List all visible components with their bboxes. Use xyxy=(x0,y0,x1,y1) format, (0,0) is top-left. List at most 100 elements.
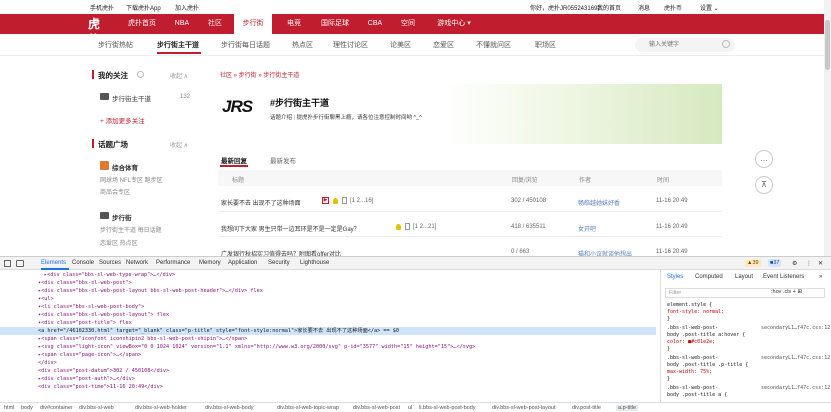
css-source-link[interactable]: secondaryL1…f47c.css:12 xyxy=(761,325,830,331)
street-link[interactable]: 步行街 xyxy=(112,212,132,222)
post-author[interactable]: 女开吧 xyxy=(578,224,596,233)
tab-console[interactable]: Console xyxy=(72,260,94,266)
dom-crumb[interactable]: div.bbs-sl-web-post-layout xyxy=(492,405,555,411)
dom-crumb[interactable]: div#container xyxy=(40,405,73,411)
warning-count-badge[interactable]: ▲39 xyxy=(745,259,761,267)
more-options-icon[interactable]: ⋮ xyxy=(806,260,812,267)
download-app-link[interactable]: 下载虎扑App xyxy=(126,3,161,12)
post-pages[interactable]: [1 2...16] xyxy=(350,198,373,204)
dom-node[interactable]: ▸<div class="bbs-sl-web-post-layout bbs-… xyxy=(0,287,656,295)
subnav-love[interactable]: 恋爱区 xyxy=(433,40,454,50)
tab-sources[interactable]: Sources xyxy=(99,260,121,266)
dom-node[interactable]: </div> xyxy=(0,359,656,367)
tab-application[interactable]: Application xyxy=(228,260,257,266)
css-prop-line[interactable]: font-style: normal; xyxy=(667,309,724,315)
inspect-icon[interactable] xyxy=(4,260,11,267)
tab-event-listeners[interactable]: Event Listeners xyxy=(763,274,804,280)
css-prop-line[interactable]: color: ■#c01e2e; xyxy=(667,339,715,345)
tab-network[interactable]: Network xyxy=(126,260,148,266)
user-greeting[interactable]: 你好，虎扑JR0552431692 xyxy=(530,3,601,12)
follow-main-street-link[interactable]: 步行街主干道 xyxy=(112,93,151,103)
sports-link[interactable]: 综合体育 xyxy=(112,162,138,172)
css-source-link[interactable]: secondaryL1…f47c.css:12 xyxy=(761,385,830,391)
breadcrumb[interactable]: 社区 » 步行街 » 步行街主干道 xyxy=(220,70,299,79)
scrollbar-thumb[interactable] xyxy=(825,20,830,70)
search-icon[interactable] xyxy=(722,40,730,48)
dom-node[interactable]: ▸<span class="iconfont iconshipin2 bbs-s… xyxy=(0,335,656,343)
hupu-logo[interactable]: 虎扑 xyxy=(88,16,106,47)
dom-crumb[interactable]: body xyxy=(21,405,33,411)
dom-crumb[interactable]: li.bbs-sl-web-post-body xyxy=(419,405,476,411)
nav-cba[interactable]: CBA xyxy=(360,14,390,34)
dom-crumb[interactable]: div.bbs-sl-web-body xyxy=(205,405,254,411)
nav-community[interactable]: 社区 xyxy=(200,14,230,34)
subnav-rational[interactable]: 理性讨论区 xyxy=(333,40,368,50)
dom-node[interactable]: ▾<div class="post-title"> flex xyxy=(0,319,656,327)
nav-esports[interactable]: 电竞 xyxy=(278,14,310,34)
dom-crumb[interactable]: div.post-title xyxy=(572,405,601,411)
issues-count-badge[interactable]: ■37 xyxy=(768,259,782,267)
tab-layout[interactable]: Layout xyxy=(735,274,753,280)
add-follow-link[interactable]: + 添加更多关注 xyxy=(100,115,145,125)
subnav-beauty[interactable]: 论美区 xyxy=(390,40,411,50)
mobile-hupu-link[interactable]: 手机虎扑 xyxy=(90,3,114,12)
filter-toolbar[interactable]: :hov .cls + ⊞ xyxy=(771,289,802,295)
nav-intl-football[interactable]: 国际足球 xyxy=(312,14,358,34)
settings-link[interactable]: 设置 ⌄ xyxy=(700,3,719,12)
post-author[interactable]: 畅皓越她妹好香 xyxy=(578,198,620,207)
nav-pedestrian-street[interactable]: 步行街 xyxy=(234,14,272,34)
sports-sublinks-2[interactable]: 商品会专区 xyxy=(100,187,130,196)
dom-node[interactable]: <div class="post-time">11-16 20:49</div> xyxy=(0,383,656,391)
nav-home[interactable]: 虎扑首页 xyxy=(120,14,164,34)
tab-security[interactable]: Security xyxy=(268,260,290,266)
css-source-link[interactable]: secondaryL1…f47c.css:12 xyxy=(761,355,830,361)
dom-node[interactable]: ▸<svg class="light-icon" viewBox="0 0 10… xyxy=(0,343,656,351)
dom-node[interactable]: ▾<div class="bbs-sl-web-post"> xyxy=(0,279,656,287)
dom-node[interactable]: ▾<div class="bbs-sl-web-post-layout"> fl… xyxy=(0,311,656,319)
subnav-hot[interactable]: 步行街热帖 xyxy=(98,40,133,50)
nav-nba[interactable]: NBA xyxy=(166,14,198,34)
more-tabs-button[interactable]: » xyxy=(819,274,822,280)
device-toolbar-icon[interactable] xyxy=(16,260,24,267)
join-hupu-link[interactable]: 加入虎扑 xyxy=(175,3,199,12)
sports-sublinks[interactable]: 网球场 NFL专区 跑步区 xyxy=(100,175,163,184)
dom-node[interactable]: <div class="post-datum">302 / 450108</di… xyxy=(0,367,656,375)
dom-node[interactable]: ▾<ul> xyxy=(0,295,656,303)
collapse-topic-button[interactable]: 收起 ∧ xyxy=(170,140,188,149)
nav-game-center[interactable]: 游戏中心 ▾ xyxy=(428,14,480,34)
back-to-top-icon[interactable]: ⊼ xyxy=(755,176,773,194)
page-scrollbar[interactable] xyxy=(824,0,831,256)
gear-icon[interactable] xyxy=(137,71,144,78)
post-title-link[interactable]: 家长要不去 出现不了这种场面 xyxy=(221,198,301,207)
subnav-main-street[interactable]: 步行街主干道 xyxy=(157,40,199,50)
css-prop-line[interactable]: max-width: 75%; xyxy=(667,369,712,375)
tab-performance[interactable]: Performance xyxy=(156,260,190,266)
hupu-coin-link[interactable]: 虎扑币 xyxy=(664,3,682,12)
dom-crumb[interactable]: div.bbs-sl-web xyxy=(79,405,114,411)
tab-memory[interactable]: Memory xyxy=(199,260,221,266)
subnav-hot-zone[interactable]: 热点区 xyxy=(292,40,313,50)
my-homepage-link[interactable]: 我的首页 xyxy=(597,3,621,12)
dom-crumb[interactable]: div.bbs-sl-web-topic-wrap xyxy=(277,405,339,411)
dom-crumb[interactable]: ul xyxy=(408,405,412,411)
dom-node[interactable]: ▾<li class="bbs-sl-web-post-body"> xyxy=(0,303,656,311)
dom-crumb[interactable]: html xyxy=(4,405,14,411)
subnav-daily-topic[interactable]: 步行街每日话题 xyxy=(221,40,270,50)
tab-elements[interactable]: Elements xyxy=(41,260,66,266)
tab-lighthouse[interactable]: Lighthouse xyxy=(300,260,329,266)
dom-node[interactable]: ▸<div class="post-auth">…</div> xyxy=(0,375,656,383)
collapse-follow-button[interactable]: 收起 ∧ xyxy=(170,71,188,80)
street-sublinks[interactable]: 步行街主干道 每日话题 xyxy=(100,225,162,234)
messages-link[interactable]: 消息 xyxy=(638,3,650,12)
tab-latest-reply[interactable]: 最新回复 xyxy=(221,155,247,165)
settings-gear-icon[interactable]: ⚙ xyxy=(792,260,797,267)
elements-tree[interactable]: ▸<div class="bbs-sl-web-type-wrap">…</di… xyxy=(0,270,656,402)
search-input[interactable] xyxy=(635,38,735,52)
dom-crumb[interactable]: div.bbs-sl-web-holder xyxy=(135,405,187,411)
feedback-icon[interactable]: … xyxy=(755,150,773,168)
dom-node-selected[interactable]: <a href="/46102330.html" target="_blank"… xyxy=(0,327,656,335)
tab-computed[interactable]: Computed xyxy=(695,274,723,280)
dom-crumb[interactable]: div.bbs-sl-web-post xyxy=(353,405,400,411)
nav-space[interactable]: 空间 xyxy=(392,14,424,34)
dom-node[interactable]: ▸<span class="page-icon">…</span> xyxy=(0,351,656,359)
